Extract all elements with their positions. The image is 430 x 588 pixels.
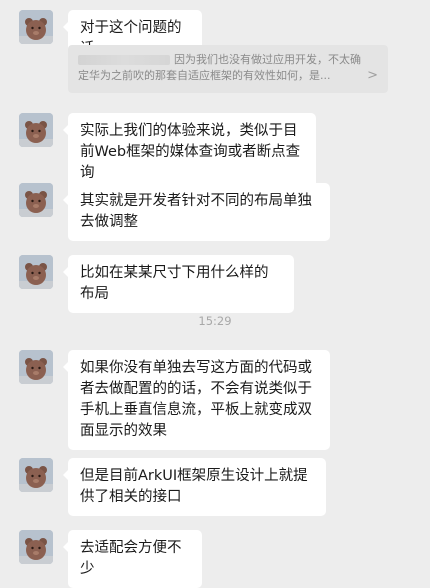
- avatar[interactable]: [19, 113, 53, 147]
- message-bubble[interactable]: 但是目前ArkUI框架原生设计上就提供了相关的接口: [63, 458, 326, 516]
- bear-avatar-icon: [19, 10, 53, 44]
- redacted-name: [78, 55, 170, 65]
- message-bubble[interactable]: 实际上我们的体验来说，类似于目前Web框架的媒体查询或者断点查询: [63, 113, 316, 192]
- bear-avatar-icon: [19, 113, 53, 147]
- bear-avatar-icon: [19, 458, 53, 492]
- chevron-right-icon: >: [367, 68, 378, 83]
- avatar[interactable]: [19, 10, 53, 44]
- bear-avatar-icon: [19, 255, 53, 289]
- avatar[interactable]: [19, 183, 53, 217]
- quoted-message[interactable]: 因为我们也没有做过应用开发，不太确定华为之前吹的那套自适应框架的有效性如何，是.…: [68, 45, 388, 93]
- bear-avatar-icon: [19, 350, 53, 384]
- avatar[interactable]: [19, 350, 53, 384]
- timestamp: 15:29: [198, 314, 232, 328]
- message-bubble[interactable]: 其实就是开发者针对不同的布局单独去做调整: [63, 183, 330, 241]
- bear-avatar-icon: [19, 183, 53, 217]
- avatar[interactable]: [19, 255, 53, 289]
- message-bubble[interactable]: 比如在某某尺寸下用什么样的布局: [63, 255, 294, 313]
- bear-avatar-icon: [19, 530, 53, 564]
- avatar[interactable]: [19, 530, 53, 564]
- message-bubble[interactable]: 去适配会方便不少: [63, 530, 202, 588]
- message-bubble[interactable]: 如果你没有单独去写这方面的代码或者去做配置的的话，不会有说类似于手机上垂直信息流…: [63, 350, 330, 450]
- avatar[interactable]: [19, 458, 53, 492]
